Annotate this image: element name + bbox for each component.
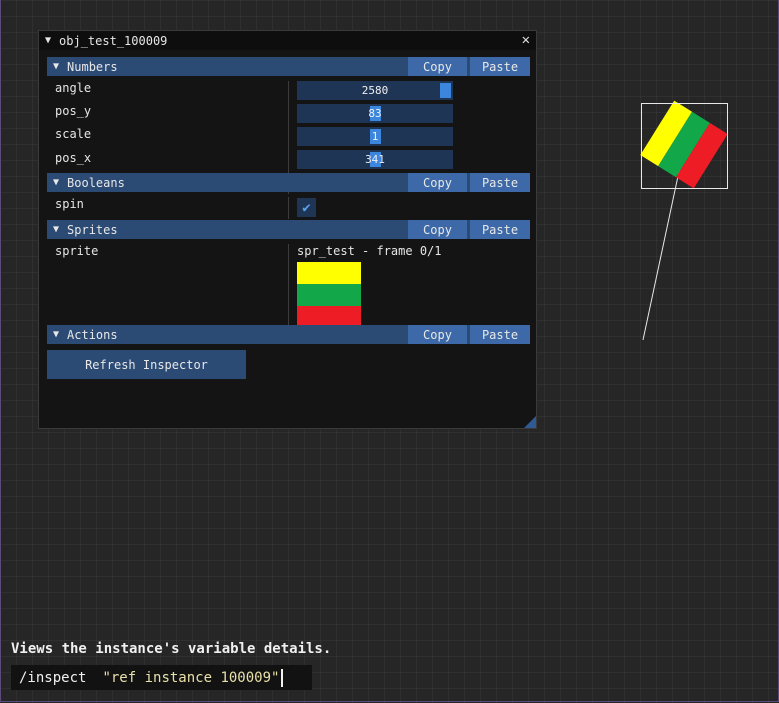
slider-value: 341	[365, 153, 385, 166]
text-caret	[281, 668, 284, 687]
console-command: /inspect	[19, 669, 87, 686]
selection-box	[641, 103, 728, 189]
console-argument: "ref instance 100009"	[102, 669, 280, 686]
slider-value: 2580	[361, 84, 389, 97]
console-input[interactable]: /inspect "ref instance 100009"	[11, 665, 312, 690]
slider-value: 1	[371, 130, 379, 143]
console-description: Views the instance's variable details.	[11, 641, 332, 657]
slider-value: 83	[368, 107, 382, 120]
